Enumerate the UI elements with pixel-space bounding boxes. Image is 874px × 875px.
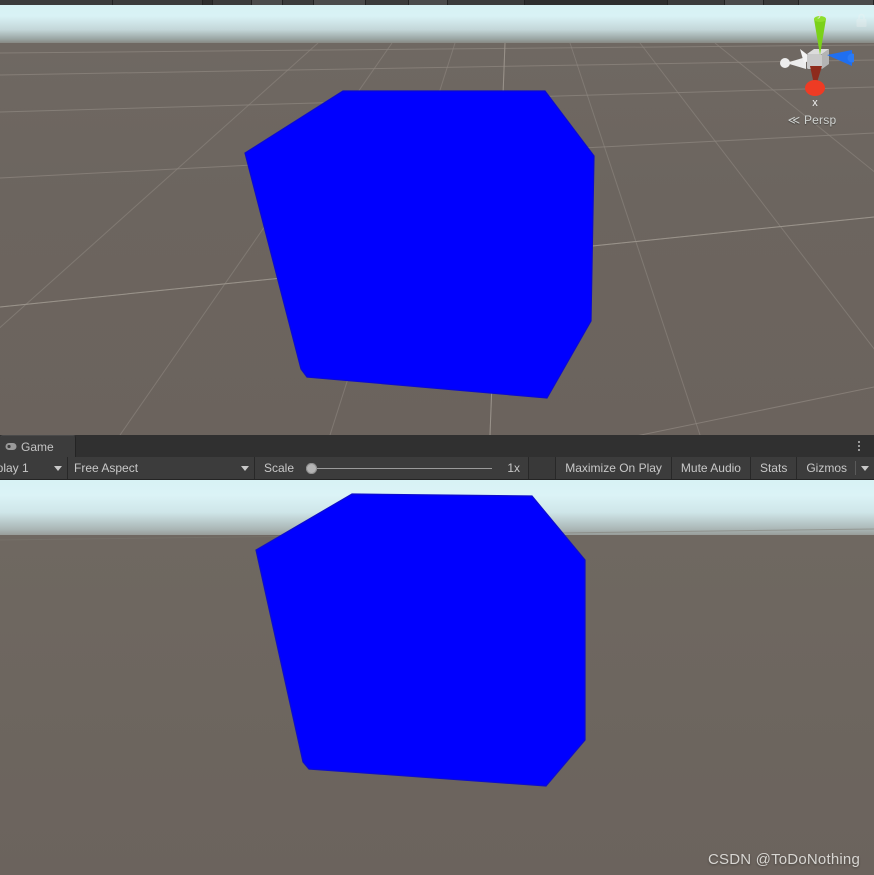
stats-label: Stats [759,461,788,475]
gizmos-label: Gizmos [806,461,847,475]
game-render-surface[interactable]: CSDN @ToDoNothing [0,480,874,875]
toolbar-button-snap[interactable] [314,0,367,5]
toolbar-button-center[interactable] [251,0,284,5]
aspect-ratio-value: Free Aspect [74,461,139,475]
unity-editor-window: y z x ≪ Persp [0,0,874,875]
mute-audio-label: Mute Audio [680,461,741,475]
scale-label: Scale [264,461,295,475]
gizmos-button[interactable]: Gizmos [796,457,874,479]
display-dropdown-value: isplay 1 [0,461,29,475]
projection-mode-label[interactable]: ≪ Persp [770,113,854,127]
tab-game[interactable]: Game [0,435,76,457]
toolbar-divider-1 [202,0,213,5]
scene-view-orientation-gizmo[interactable]: y z x ≪ Persp [770,7,860,129]
toolbar-spacer [529,457,556,479]
game-view-tabbar[interactable]: Game [0,435,874,457]
toolbar-button-pivot[interactable] [213,0,252,5]
scene-object-blue-cube[interactable] [0,5,874,435]
game-view-toolbar[interactable]: isplay 1 Free Aspect Scale 1x Maximize O… [0,457,874,480]
maximize-on-play-label: Maximize On Play [565,461,662,475]
lock-icon[interactable] [855,13,868,28]
x-axis-label: x [812,97,818,109]
toolbar-center-field[interactable] [524,0,668,5]
axis-gizmo-graphic[interactable]: y z x [770,7,860,111]
aspect-ratio-dropdown[interactable]: Free Aspect [68,457,255,479]
display-dropdown[interactable]: isplay 1 [0,457,68,479]
toolbar-button-pause-step[interactable] [447,0,525,5]
scale-slider-track[interactable] [314,467,492,469]
editor-main-toolbar[interactable] [0,0,874,5]
game-object-blue-cube [255,493,586,787]
toolbar-button-grid[interactable] [366,0,410,5]
toolbar-button-transform-tools[interactable] [112,0,203,5]
neg-x-axis-ball [780,58,790,68]
maximize-on-play-button[interactable]: Maximize On Play [555,457,671,479]
toolbar-button-global[interactable] [283,0,315,5]
toolbar-button-play[interactable] [409,0,448,5]
more-options-icon[interactable] [850,435,868,457]
projection-mode-text: Persp [803,113,837,127]
chevron-down-icon [861,465,869,471]
toolbar-button-layout[interactable] [799,0,874,5]
toolbar-button-group-left[interactable] [0,0,113,5]
scale-slider-group[interactable]: Scale 1x [255,457,529,479]
stats-button[interactable]: Stats [749,457,797,479]
toolbar-button-cloud[interactable] [667,0,726,5]
game-view-icon [5,443,17,450]
mute-audio-button[interactable]: Mute Audio [670,457,750,479]
scale-slider[interactable]: 1x [302,457,522,479]
game-view-panel[interactable]: Game isplay 1 Free Aspect Scale 1 [0,435,874,875]
scene-view-panel[interactable]: y z x ≪ Persp [0,5,874,435]
tab-game-label: Game [21,439,54,454]
y-axis-label: y [817,11,823,19]
gizmos-dropdown-button[interactable] [856,457,874,479]
toolbar-button-layers[interactable] [764,0,800,5]
watermark-text: CSDN @ToDoNothing [707,851,860,868]
toolbar-button-account[interactable] [725,0,765,5]
chevron-down-icon [241,465,249,471]
projection-prefix-icon: ≪ [787,113,801,127]
x-axis-ball [805,80,825,96]
scale-slider-handle[interactable] [306,462,318,474]
chevron-down-icon [54,465,62,471]
scale-value-label: 1x [507,461,520,475]
